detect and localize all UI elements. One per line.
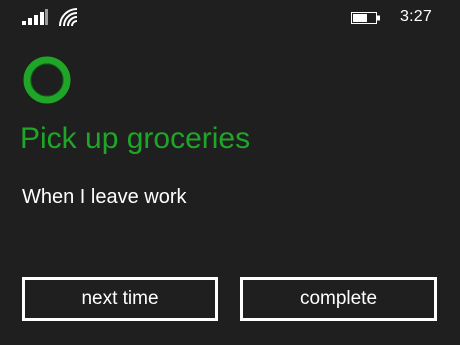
- reminder-condition: When I leave work: [22, 186, 187, 208]
- battery-icon: [351, 12, 380, 24]
- reminder-title: Pick up groceries: [20, 122, 251, 155]
- next-time-button[interactable]: next time: [22, 277, 218, 321]
- signal-strength-icon: [22, 9, 48, 25]
- status-bar: 3:27: [0, 0, 460, 34]
- cortana-ring-icon: [23, 56, 71, 104]
- clock-time: 3:27: [400, 8, 432, 25]
- wifi-icon: [59, 8, 78, 27]
- complete-button[interactable]: complete: [240, 277, 437, 321]
